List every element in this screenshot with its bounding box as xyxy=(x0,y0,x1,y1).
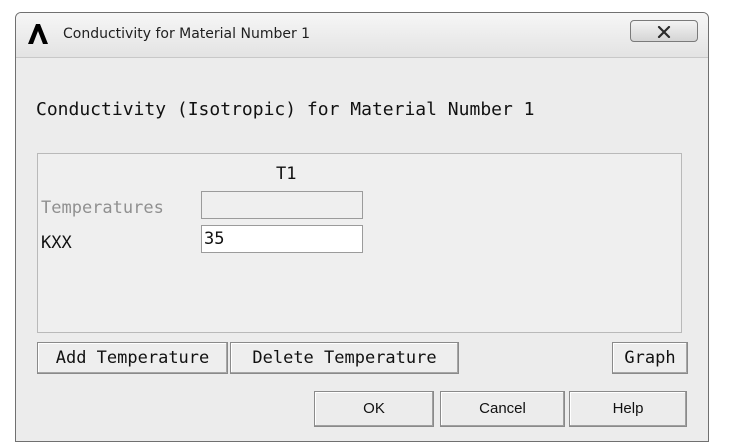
kxx-input[interactable]: 35 xyxy=(201,225,363,253)
window-title: Conductivity for Material Number 1 xyxy=(63,26,311,42)
column-header-t1: T1 xyxy=(276,164,297,184)
property-table-panel: T1 Temperatures KXX 35 xyxy=(37,153,682,333)
title-bar[interactable]: Conductivity for Material Number 1 xyxy=(16,13,708,58)
help-button[interactable]: Help xyxy=(569,391,687,427)
close-x-icon xyxy=(657,26,671,38)
close-button[interactable] xyxy=(630,20,698,42)
temperatures-label: Temperatures xyxy=(41,198,164,218)
dialog-heading: Conductivity (Isotropic) for Material Nu… xyxy=(36,99,535,120)
dialog-window: Conductivity for Material Number 1 Condu… xyxy=(15,12,709,442)
cancel-button[interactable]: Cancel xyxy=(440,391,565,427)
ok-button[interactable]: OK xyxy=(314,391,434,427)
delete-temperature-button[interactable]: Delete Temperature xyxy=(230,342,459,374)
graph-button[interactable]: Graph xyxy=(612,342,688,374)
ansys-lambda-icon xyxy=(28,24,48,44)
add-temperature-button[interactable]: Add Temperature xyxy=(37,342,228,374)
kxx-label: KXX xyxy=(41,233,72,253)
temperature-field xyxy=(201,191,363,219)
